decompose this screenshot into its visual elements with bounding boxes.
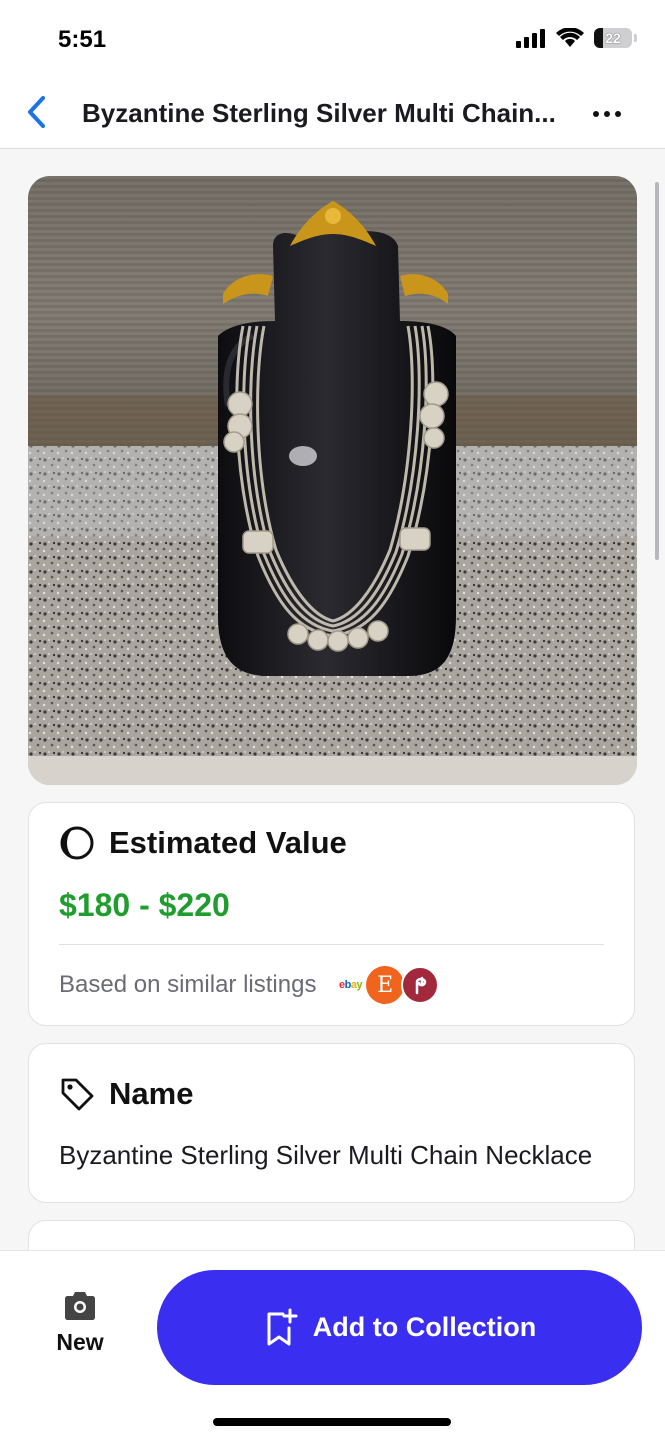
back-button[interactable] xyxy=(16,92,56,132)
based-on-label: Based on similar listings xyxy=(59,971,317,998)
signal-icon xyxy=(516,29,545,48)
estimated-value-title: Estimated Value xyxy=(109,825,347,860)
etsy-logo: E xyxy=(366,966,405,1004)
poshmark-icon xyxy=(415,976,427,995)
battery-cap xyxy=(634,34,637,42)
ellipsis-icon xyxy=(593,111,599,117)
name-card: Name Byzantine Sterling Silver Multi Cha… xyxy=(28,1043,635,1203)
estimated-value-card: Estimated Value $180 - $220 Based on sim… xyxy=(28,802,635,1026)
more-options-button[interactable] xyxy=(589,102,625,126)
poshmark-logo xyxy=(401,966,440,1004)
name-title: Name xyxy=(109,1076,194,1111)
camera-icon xyxy=(65,1292,95,1320)
necklace-photo-image xyxy=(28,176,637,785)
listing-sources[interactable]: ebay E xyxy=(339,966,440,1004)
scrollbar[interactable] xyxy=(655,182,659,560)
home-indicator xyxy=(213,1418,451,1426)
tag-icon xyxy=(61,1078,94,1111)
add-to-collection-label: Add to Collection xyxy=(312,1312,537,1342)
ellipsis-dot xyxy=(615,111,621,117)
divider xyxy=(59,944,604,945)
estimated-value-header: Estimated Value xyxy=(59,825,347,861)
status-bar: 5:51 22 xyxy=(0,0,665,78)
name-header: Name xyxy=(59,1076,193,1112)
wifi-icon xyxy=(556,28,584,47)
item-name: Byzantine Sterling Silver Multi Chain Ne… xyxy=(59,1140,593,1170)
ebay-logo: ebay xyxy=(339,979,363,991)
value-range: $180 - $220 xyxy=(59,887,230,923)
add-to-collection-button[interactable]: Add to Collection xyxy=(157,1270,642,1385)
ellipsis-dot xyxy=(604,111,610,117)
new-label: New xyxy=(56,1329,104,1355)
page-title: Byzantine Sterling Silver Multi Chain... xyxy=(82,98,556,128)
crescent-moon-icon xyxy=(60,826,94,860)
product-photo[interactable] xyxy=(28,176,637,785)
battery-icon: 22 xyxy=(594,28,632,48)
chevron-left-icon xyxy=(28,96,45,128)
status-icons: 22 xyxy=(516,28,637,48)
bookmark-add-icon xyxy=(267,1308,298,1345)
status-time: 5:51 xyxy=(58,26,107,53)
battery-level: 22 xyxy=(605,30,621,46)
bottom-bar: New Add to Collection xyxy=(0,1250,665,1441)
nav-bar: Byzantine Sterling Silver Multi Chain... xyxy=(0,78,665,149)
new-button[interactable]: New xyxy=(40,1291,120,1356)
